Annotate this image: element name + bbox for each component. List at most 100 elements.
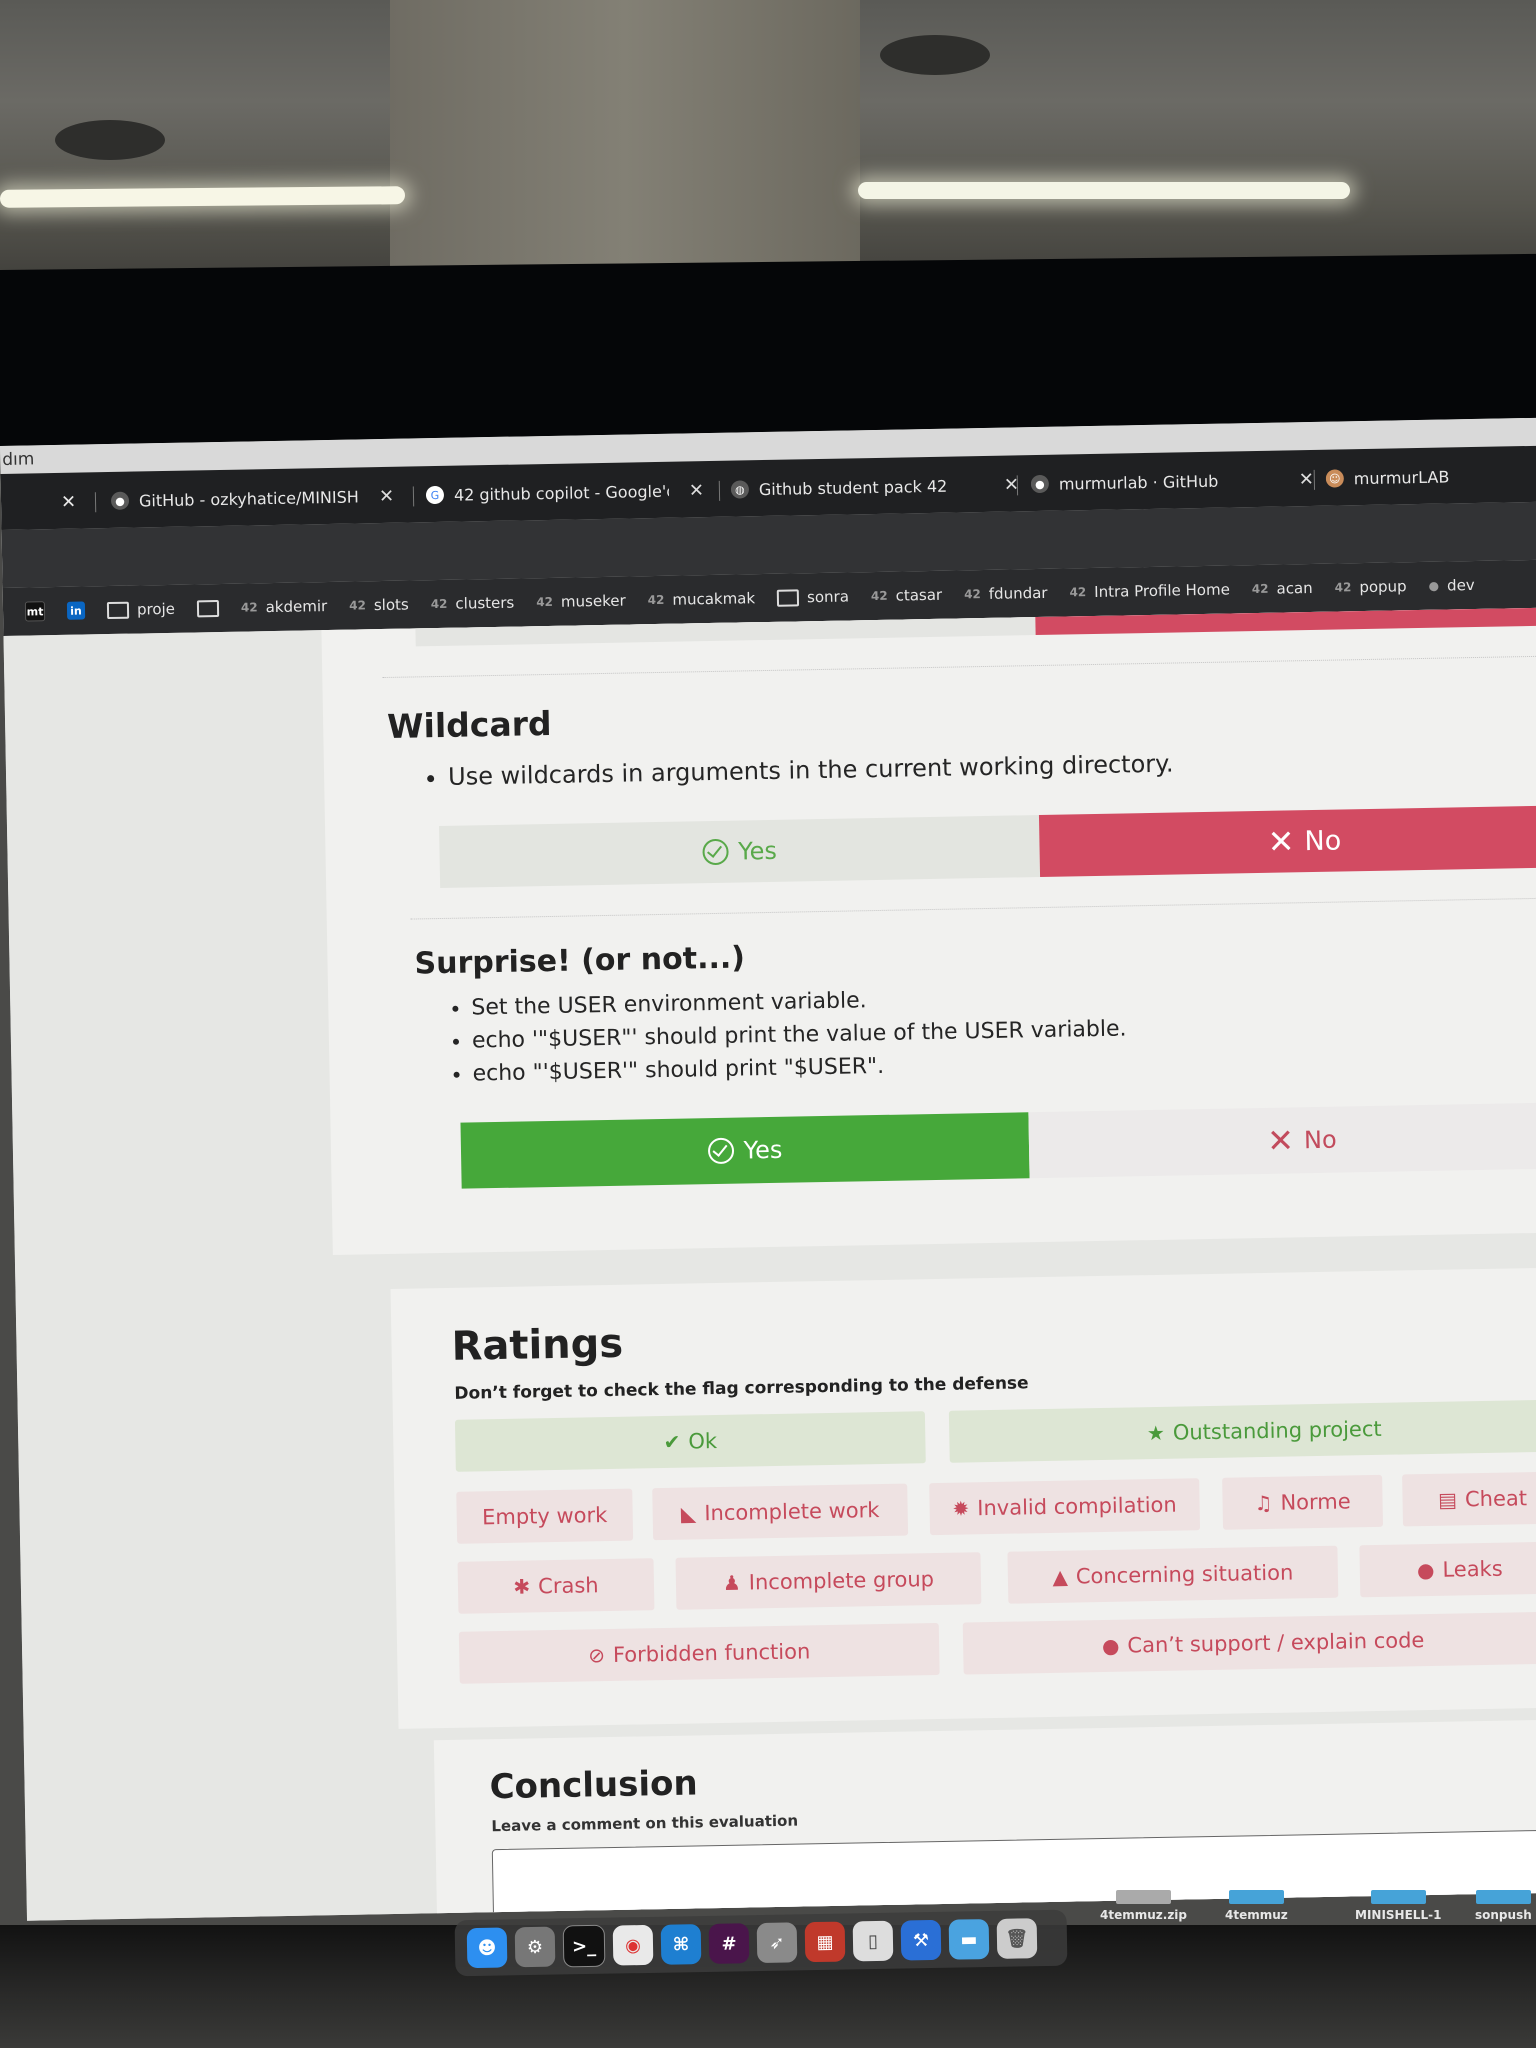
close-icon: ✕ [1267, 822, 1295, 861]
check-icon: ✔ [663, 1429, 681, 1455]
star-icon: ★ [1146, 1420, 1166, 1446]
desktop-folder[interactable]: MINISHELL-1 [1355, 1890, 1441, 1922]
bookmark-label: proje [136, 599, 176, 619]
vscode-icon[interactable]: ⌘ [660, 1924, 702, 1965]
wildcard-yes-button[interactable]: Yes [439, 815, 1041, 889]
wildcard-no-button[interactable]: ✕ No [1038, 805, 1536, 878]
xcode-icon[interactable]: ⚒ [900, 1919, 942, 1961]
monitor-bezel [0, 253, 1536, 450]
bookmark-label: acan [1276, 578, 1313, 598]
flag-concerning-situation-button[interactable]: ▲ Concerning situation [1007, 1545, 1339, 1604]
forbidden-icon: ⊘ [587, 1643, 606, 1668]
flag-forbidden-function-button[interactable]: ⊘ Forbidden function [458, 1622, 940, 1684]
desktop-file-label: 4temmuz.zip [1100, 1908, 1188, 1922]
bookmark-folder[interactable] [196, 599, 220, 617]
no-label: No [1303, 1125, 1337, 1155]
flag-cheat-button[interactable]: ▤ Cheat [1402, 1471, 1536, 1527]
ratings-subtitle: Don’t forget to check the flag correspon… [454, 1373, 1029, 1404]
bookmark-museker[interactable]: 42 museker [536, 592, 626, 612]
slack-icon[interactable]: # [708, 1923, 750, 1964]
criteria-item: echo "'$USER'" should print "$USER". [472, 1049, 1127, 1087]
tab-google-search[interactable]: G 42 github copilot - Google'da ✕ [425, 471, 717, 514]
terminal-icon[interactable]: >_ [562, 1924, 606, 1968]
chrome-icon[interactable]: ◉ [612, 1924, 654, 1966]
tab-student-pack[interactable]: ◍ Github student pack 42 ✕ [730, 465, 1022, 508]
bookmark-proje[interactable]: proje [106, 599, 176, 619]
no-label: No [1304, 824, 1342, 857]
close-icon[interactable]: ✕ [379, 485, 394, 506]
bookmark-sonra[interactable]: sonra [776, 587, 849, 607]
surprise-criteria: Set the USER environment variable. echo … [445, 983, 1127, 1094]
bookmark-mucakmak[interactable]: 42 mucakmak [648, 589, 756, 609]
macos-dock: ☻ ⚙ >_ ◉ ⌘ # ➶ ▦ ▯ ⚒ ▬ 🗑 [454, 1909, 1068, 1977]
flag-label: Can’t support / explain code [1127, 1628, 1425, 1658]
linkedin-icon: in [66, 601, 86, 620]
flag-empty-work-button[interactable]: Empty work [456, 1488, 634, 1544]
tab-github-minishell[interactable]: ● GitHub - ozkyhatice/MINISHE ✕ [110, 476, 412, 519]
42-icon: 42 [536, 594, 554, 610]
flag-invalid-compilation-button[interactable]: ✹ Invalid compilation [929, 1478, 1201, 1536]
app-grid-icon[interactable]: ▦ [804, 1921, 846, 1963]
flag-crash-button[interactable]: ✱ Crash [457, 1558, 655, 1614]
flag-ok-button[interactable]: ✔ Ok [454, 1411, 926, 1472]
flag-cant-support-button[interactable]: ● Can’t support / explain code [962, 1611, 1536, 1675]
42-icon: 42 [647, 592, 665, 608]
flag-norme-button[interactable]: ♫ Norme [1222, 1474, 1384, 1530]
close-icon: ✕ [1266, 1121, 1295, 1160]
42-icon: 42 [430, 596, 448, 612]
desktop-folder[interactable]: sonpush [1475, 1890, 1532, 1922]
avatar-icon: ☺ [1325, 469, 1344, 488]
flag-label: Concerning situation [1075, 1560, 1294, 1589]
bookmark-dev[interactable]: ● dev [1428, 576, 1474, 595]
preview-icon[interactable]: ▯ [852, 1920, 894, 1962]
42-icon: 42 [1251, 581, 1269, 597]
tab-murmurlab[interactable]: ☺ murmurLAB [1325, 456, 1526, 498]
bookmark-popup[interactable]: 42 popup [1334, 577, 1407, 596]
42-icon: 42 [1334, 580, 1352, 595]
bookmark-linkedin[interactable]: in [66, 601, 86, 620]
flag-incomplete-work-button[interactable]: ◣ Incomplete work [652, 1483, 909, 1541]
tab-close-button[interactable]: ✕ [61, 483, 82, 521]
wildcard-title: Wildcard [386, 703, 552, 746]
conclusion-title: Conclusion [489, 1763, 698, 1808]
bomb-icon: ✱ [513, 1574, 531, 1599]
bookmark-slots[interactable]: 42 slots [349, 596, 409, 615]
launchpad-icon[interactable]: ➶ [756, 1922, 798, 1964]
bookmark-ctasar[interactable]: 42 ctasar [871, 585, 943, 605]
finder-icon[interactable]: ☻ [466, 1927, 508, 1969]
close-icon[interactable]: ✕ [689, 480, 704, 501]
bug-icon: ✹ [952, 1496, 970, 1521]
surprise-yes-button[interactable]: Yes [460, 1112, 1030, 1189]
globe-icon: ◍ [730, 480, 750, 499]
bookmark-clusters[interactable]: 42 clusters [431, 594, 515, 614]
bookmark-fdundar[interactable]: 42 fdundar [964, 584, 1048, 604]
ratings-section: Ratings Don’t forget to check the flag c… [390, 1267, 1536, 1729]
desktop-file-label: 4temmuz [1225, 1908, 1288, 1922]
flag-leaks-button[interactable]: ● Leaks [1359, 1541, 1536, 1598]
close-icon[interactable]: ✕ [1299, 468, 1314, 489]
trash-icon[interactable]: 🗑 [996, 1918, 1038, 1959]
downloads-folder-icon[interactable]: ▬ [948, 1919, 990, 1960]
bookmark-intra-profile[interactable]: 42 Intra Profile Home [1069, 580, 1230, 601]
flag-label: Incomplete group [748, 1567, 935, 1595]
bookmark-mt[interactable]: mt [24, 601, 46, 622]
tab-murmurlab-github[interactable]: ● murmurlab · GitHub ✕ [1030, 460, 1322, 503]
bookmark-label: dev [1446, 576, 1475, 595]
speech-icon: ● [1101, 1633, 1120, 1659]
user-icon: ♟ [722, 1570, 742, 1595]
mt-icon: mt [24, 601, 46, 622]
flag-incomplete-group-button[interactable]: ♟ Incomplete group [675, 1552, 982, 1610]
check-circle-icon [701, 838, 729, 866]
bookmark-label: slots [373, 595, 409, 615]
surprise-no-button[interactable]: ✕ No [1028, 1102, 1536, 1179]
bookmark-acan[interactable]: 42 acan [1252, 579, 1313, 598]
flag-outstanding-button[interactable]: ★ Outstanding project [948, 1399, 1536, 1463]
desktop-file[interactable]: 4temmuz.zip [1100, 1890, 1187, 1922]
settings-icon[interactable]: ⚙ [514, 1926, 556, 1968]
folder-icon [776, 588, 800, 607]
yes-label: Yes [737, 836, 778, 866]
tab-label: Github student pack 42 [758, 476, 948, 499]
bookmark-akdemir[interactable]: 42 akdemir [241, 597, 328, 617]
desktop-folder[interactable]: 4temmuz [1225, 1890, 1288, 1922]
bookmark-label: ctasar [895, 585, 943, 605]
